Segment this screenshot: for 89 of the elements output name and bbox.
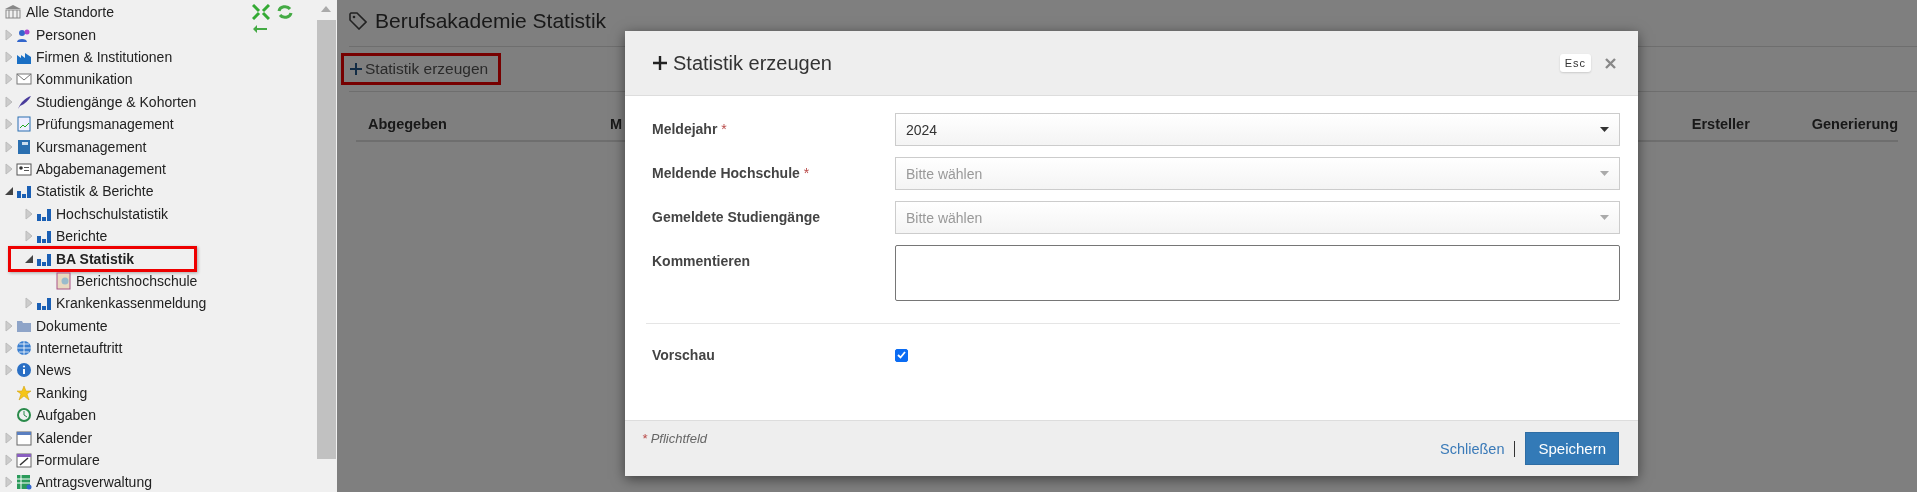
tree-item[interactable]: Firmen & Institutionen [36,48,173,65]
collapsed-arrow-icon[interactable] [4,49,14,64]
tree-item[interactable]: Hochschulstatistik [56,205,169,222]
collapsed-arrow-icon[interactable] [4,341,14,356]
field-label: Gemeldete Studiengänge [652,208,821,225]
form-icon [16,452,32,468]
field-label: Vorschau [652,347,715,363]
calendar-icon [16,429,32,446]
chart-sheet-icon [16,116,32,133]
comment-field[interactable] [895,245,1620,301]
collapsed-arrow-icon[interactable] [4,430,14,445]
collapsed-arrow-icon[interactable] [4,475,14,490]
field-label: Kommentieren [652,252,751,269]
back-arrow-icon[interactable] [252,24,268,34]
tree-item[interactable]: Kommunikation [36,71,133,88]
tree-item[interactable]: Internetauftritt [36,340,123,357]
document-icon [56,271,72,290]
tree-item[interactable]: Statistik & Berichte [36,183,154,200]
tree-item[interactable]: Dokumente [36,317,108,334]
plus-icon [350,63,362,75]
required-mark: * [642,431,648,446]
tree-item[interactable]: Kursmanagement [36,138,147,155]
close-icon[interactable] [1605,57,1616,69]
tree-item[interactable]: Prüfungsmanagement [36,116,174,133]
checkbox[interactable] [895,348,908,362]
save-button[interactable]: Speichern [1525,432,1619,465]
esc-key-hint: Esc [1559,54,1591,72]
tree-item[interactable]: Ranking [36,384,88,401]
spreadsheet-icon [16,474,32,491]
collapsed-arrow-icon[interactable] [24,296,34,311]
tree-item[interactable]: Antragsverwaltung [36,474,152,491]
column-header[interactable]: Ersteller [1691,116,1750,132]
collapsed-arrow-icon[interactable] [4,117,14,132]
info-icon [16,362,32,379]
column-header[interactable]: Abgegeben [368,116,447,132]
collapsed-arrow-icon[interactable] [4,453,14,467]
collapsed-arrow-icon[interactable] [4,318,14,333]
required-mark: * [721,120,727,137]
select-field[interactable]: 2024 [895,113,1620,146]
column-header[interactable]: Generierung [1811,116,1898,132]
dialog-title: Statistik erzeugen [673,51,833,75]
globe-icon [16,340,32,357]
feather-icon [16,93,32,110]
required-note: Pflichtfeld [650,431,708,446]
collapsed-arrow-icon[interactable] [24,206,34,221]
tree-item[interactable]: News [36,362,71,379]
scrollbar-thumb[interactable] [316,20,336,459]
dropdown-caret-icon [1600,171,1609,176]
collapsed-arrow-icon[interactable] [4,139,14,154]
envelope-icon [16,71,32,88]
tree-item[interactable]: Formulare [36,452,100,468]
field-label: Meldejahr [652,120,718,137]
bar-chart-icon [36,295,52,312]
tree-item[interactable]: BA Statistik [56,250,135,267]
bar-chart-icon [16,183,32,200]
plus-icon [653,56,667,70]
tag-icon [349,12,367,30]
collapsed-arrow-icon[interactable] [4,27,14,42]
tree-item[interactable]: Berichte [56,228,108,245]
collapsed-arrow-icon[interactable] [4,161,14,176]
tree-item[interactable]: Kalender [36,429,93,446]
refresh-icon[interactable] [276,4,294,20]
dropdown-caret-icon [1600,215,1609,220]
bank-icon [4,4,22,21]
field-label: Meldende Hochschule [652,164,800,181]
dropdown-caret-icon [1600,127,1609,132]
close-link[interactable]: Schließen [1439,440,1516,457]
collapsed-arrow-icon[interactable] [24,229,34,244]
tree-item[interactable]: Berichtshochschule [76,272,198,289]
collapsed-arrow-icon[interactable] [4,363,14,378]
required-mark: * [803,164,810,181]
tree-item[interactable]: Studiengänge & Kohorten [36,93,197,110]
book-icon [16,138,32,155]
tree-root[interactable]: Alle Standorte [26,4,114,21]
star-icon [16,384,32,401]
scroll-up-icon[interactable] [321,6,331,12]
collapsed-arrow-icon[interactable] [4,94,14,109]
page-title: Berufsakademie Statistik [375,9,607,33]
tree-item[interactable]: Krankenkassenmeldung [56,295,207,312]
column-header[interactable]: M [610,116,623,132]
tree-item[interactable]: Aufgaben [36,407,96,424]
tree-item[interactable]: Personen [36,26,96,43]
bar-chart-icon [36,228,52,245]
collapsed-arrow-icon[interactable] [4,72,14,87]
clock-icon [16,407,32,424]
id-card-icon [16,160,32,177]
create-statistic-button[interactable]: Statistik erzeugen [341,53,502,85]
collapse-icon[interactable] [252,4,270,20]
tree-item[interactable]: Abgabemanagement [36,160,166,177]
